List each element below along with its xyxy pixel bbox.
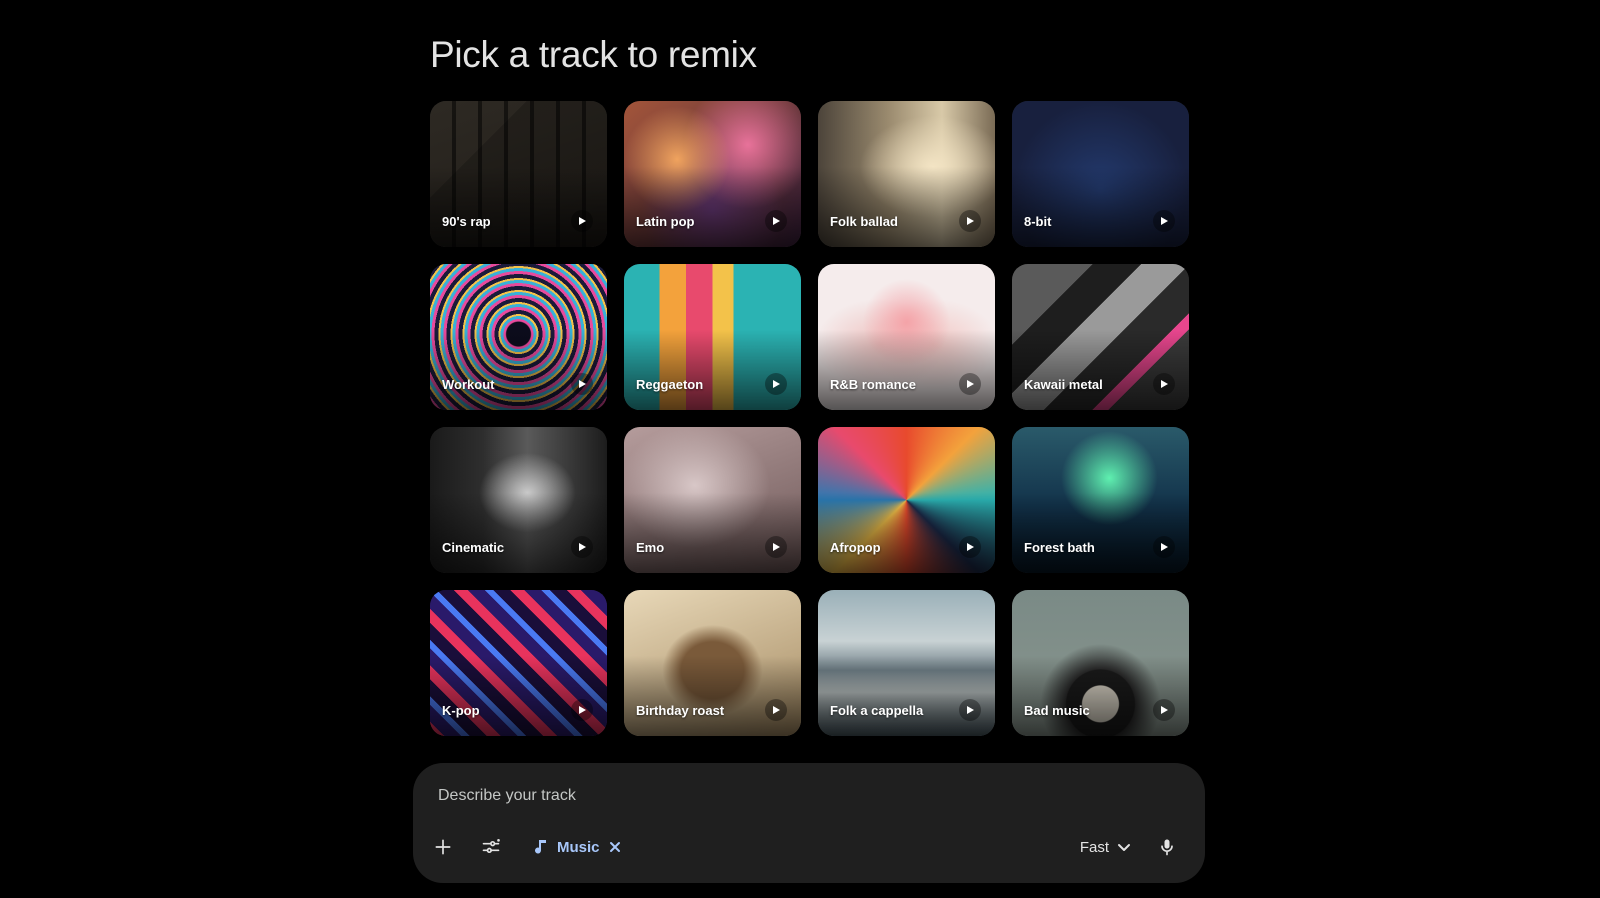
tools-button[interactable] (473, 829, 509, 865)
play-icon (773, 217, 780, 225)
chevron-down-icon (1118, 844, 1130, 851)
track-label: Bad music (1024, 703, 1090, 718)
play-icon (1161, 217, 1168, 225)
track-label: Folk ballad (830, 214, 898, 229)
track-card[interactable]: R&B romance (818, 264, 995, 410)
track-card[interactable]: Kawaii metal (1012, 264, 1189, 410)
play-icon (773, 543, 780, 551)
track-card[interactable]: Cinematic (430, 427, 607, 573)
track-label: Folk a cappella (830, 703, 924, 718)
track-card[interactable]: Reggaeton (624, 264, 801, 410)
track-grid: 90's rap Latin pop Folk ballad 8-bit Workout… (430, 101, 1189, 736)
track-card[interactable]: Workout (430, 264, 607, 410)
play-button[interactable] (571, 699, 593, 721)
add-button[interactable] (425, 829, 461, 865)
tune-icon (482, 839, 500, 854)
track-label: Emo (636, 540, 665, 555)
mode-selector[interactable]: Fast (1080, 829, 1131, 865)
track-card[interactable]: Folk ballad (818, 101, 995, 247)
track-label: Kawaii metal (1024, 377, 1103, 392)
play-icon (579, 706, 586, 714)
play-button[interactable] (1153, 536, 1175, 558)
track-card[interactable]: Emo (624, 427, 801, 573)
page-title: Pick a track to remix (430, 34, 757, 75)
play-icon (773, 706, 780, 714)
track-card[interactable]: 8-bit (1012, 101, 1189, 247)
play-button[interactable] (765, 699, 787, 721)
play-button[interactable] (1153, 373, 1175, 395)
music-chip[interactable]: Music (535, 829, 622, 865)
track-card[interactable]: K-pop (430, 590, 607, 736)
close-icon (609, 842, 620, 852)
track-card[interactable]: Folk a cappella (818, 590, 995, 736)
play-icon (967, 543, 974, 551)
play-button[interactable] (571, 373, 593, 395)
track-label: K-pop (442, 703, 480, 718)
track-card[interactable]: Forest bath (1012, 427, 1189, 573)
play-button[interactable] (959, 210, 981, 232)
prompt-input[interactable]: Describe your track (438, 787, 576, 805)
track-card[interactable]: Latin pop (624, 101, 801, 247)
play-button[interactable] (765, 536, 787, 558)
track-card[interactable]: Bad music (1012, 590, 1189, 736)
track-label: Cinematic (442, 540, 505, 555)
track-card[interactable]: 90's rap (430, 101, 607, 247)
play-button[interactable] (1153, 210, 1175, 232)
play-icon (1161, 380, 1168, 388)
play-button[interactable] (571, 536, 593, 558)
track-label: 8-bit (1024, 214, 1052, 229)
play-icon (579, 380, 586, 388)
play-button[interactable] (959, 699, 981, 721)
track-label: Afropop (830, 540, 881, 555)
mode-label: Fast (1079, 838, 1109, 856)
play-icon (1161, 543, 1168, 551)
chip-label: Music (557, 838, 600, 856)
play-icon (579, 217, 586, 225)
play-button[interactable] (959, 373, 981, 395)
play-button[interactable] (765, 373, 787, 395)
play-icon (1161, 706, 1168, 714)
play-button[interactable] (1153, 699, 1175, 721)
play-icon (967, 217, 974, 225)
track-label: Birthday roast (636, 703, 725, 718)
track-label: 90's rap (442, 214, 491, 229)
remove-chip-button[interactable] (608, 840, 622, 854)
track-label: Latin pop (636, 214, 695, 229)
play-icon (773, 380, 780, 388)
play-icon (967, 706, 974, 714)
track-label: Workout (442, 377, 495, 392)
track-label: Forest bath (1024, 540, 1095, 555)
track-label: Reggaeton (636, 377, 704, 392)
plus-icon (435, 839, 451, 855)
voice-input-button[interactable] (1149, 829, 1185, 865)
play-icon (579, 543, 586, 551)
composer-toolbar: Music Fast (413, 829, 1205, 865)
play-button[interactable] (959, 536, 981, 558)
play-button[interactable] (765, 210, 787, 232)
page: Pick a track to remix 90's rap Latin pop F… (0, 0, 1600, 898)
track-card[interactable]: Afropop (818, 427, 995, 573)
composer-panel: Describe your track Music Fast (413, 763, 1205, 883)
music-note-icon (535, 840, 546, 854)
track-label: R&B romance (830, 377, 916, 392)
play-icon (967, 380, 974, 388)
microphone-icon (1161, 839, 1173, 856)
play-button[interactable] (571, 210, 593, 232)
track-card[interactable]: Birthday roast (624, 590, 801, 736)
